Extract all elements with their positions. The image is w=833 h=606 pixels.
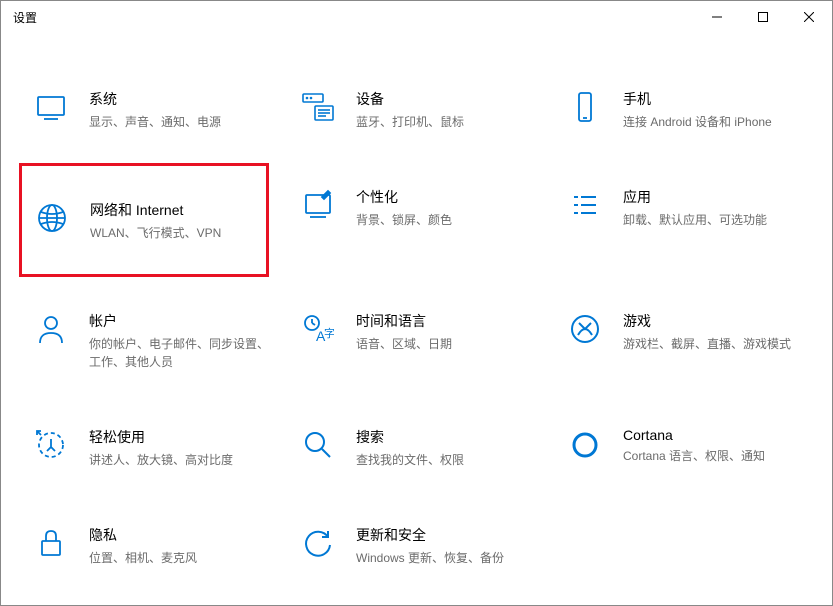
window-title: 设置 [13, 9, 37, 26]
tile-desc: WLAN、飞行模式、VPN [90, 224, 221, 242]
tile-desc: Windows 更新、恢复、备份 [356, 549, 504, 567]
tile-desc: 你的帐户、电子邮件、同步设置、工作、其他人员 [89, 335, 276, 371]
tile-apps[interactable]: 应用 卸载、默认应用、可选功能 [553, 171, 820, 269]
tile-ease-of-access[interactable]: 轻松使用 讲述人、放大镜、高对比度 [19, 411, 286, 483]
settings-grid: 系统 显示、声音、通知、电源 设备 蓝牙、打印机、鼠标 [1, 73, 832, 581]
tile-accounts[interactable]: 帐户 你的帐户、电子邮件、同步设置、工作、其他人员 [19, 295, 286, 385]
minimize-button[interactable] [694, 1, 740, 33]
update-icon [298, 523, 338, 563]
tile-desc: 背景、锁屏、颜色 [356, 211, 452, 229]
phone-icon [565, 87, 605, 127]
tile-text: 手机 连接 Android 设备和 iPhone [623, 87, 772, 131]
tile-text: 系统 显示、声音、通知、电源 [89, 87, 221, 131]
tile-text: 搜索 查找我的文件、权限 [356, 425, 464, 469]
tile-desc: 卸载、默认应用、可选功能 [623, 211, 767, 229]
tile-title: 应用 [623, 187, 767, 207]
svg-text:字: 字 [324, 326, 334, 340]
tile-personalization[interactable]: 个性化 背景、锁屏、颜色 [286, 171, 553, 269]
devices-icon [298, 87, 338, 127]
tile-privacy[interactable]: 隐私 位置、相机、麦克风 [19, 509, 286, 581]
tile-desc: 蓝牙、打印机、鼠标 [356, 113, 464, 131]
tile-title: 设备 [356, 89, 464, 109]
tile-desc: 显示、声音、通知、电源 [89, 113, 221, 131]
tile-desc: 连接 Android 设备和 iPhone [623, 113, 772, 131]
maximize-button[interactable] [740, 1, 786, 33]
tile-desc: 位置、相机、麦克风 [89, 549, 197, 567]
tile-desc: 游戏栏、截屏、直播、游戏模式 [623, 335, 791, 353]
tile-title: 更新和安全 [356, 525, 504, 545]
tile-update-security[interactable]: 更新和安全 Windows 更新、恢复、备份 [286, 509, 553, 581]
tile-title: 系统 [89, 89, 221, 109]
tile-text: 隐私 位置、相机、麦克风 [89, 523, 197, 567]
tile-text: 更新和安全 Windows 更新、恢复、备份 [356, 523, 504, 567]
search-icon [298, 425, 338, 465]
tile-desc: Cortana 语言、权限、通知 [623, 447, 765, 465]
tile-title: 时间和语言 [356, 311, 452, 331]
tile-desc: 查找我的文件、权限 [356, 451, 464, 469]
tile-title: 搜索 [356, 427, 464, 447]
tile-title: 隐私 [89, 525, 197, 545]
tile-time-language[interactable]: A 字 时间和语言 语音、区域、日期 [286, 295, 553, 385]
tile-text: 应用 卸载、默认应用、可选功能 [623, 185, 767, 229]
gaming-icon [565, 309, 605, 349]
tile-text: 游戏 游戏栏、截屏、直播、游戏模式 [623, 309, 791, 353]
time-language-icon: A 字 [298, 309, 338, 349]
tile-cortana[interactable]: Cortana Cortana 语言、权限、通知 [553, 411, 820, 483]
window-controls [694, 1, 832, 33]
tile-text: 轻松使用 讲述人、放大镜、高对比度 [89, 425, 233, 469]
tile-title: Cortana [623, 427, 765, 443]
tile-text: 时间和语言 语音、区域、日期 [356, 309, 452, 353]
tile-desc: 讲述人、放大镜、高对比度 [89, 451, 233, 469]
tile-title: 帐户 [89, 311, 276, 331]
tile-desc: 语音、区域、日期 [356, 335, 452, 353]
personalization-icon [298, 185, 338, 225]
network-icon [32, 198, 72, 238]
close-button[interactable] [786, 1, 832, 33]
tile-title: 手机 [623, 89, 772, 109]
cortana-icon [565, 425, 605, 465]
tile-title: 轻松使用 [89, 427, 233, 447]
tile-network[interactable]: 网络和 Internet WLAN、飞行模式、VPN [19, 163, 269, 277]
apps-icon [565, 185, 605, 225]
accounts-icon [31, 309, 71, 349]
ease-of-access-icon [31, 425, 71, 465]
tile-title: 个性化 [356, 187, 452, 207]
tile-system[interactable]: 系统 显示、声音、通知、电源 [19, 73, 286, 145]
tile-text: Cortana Cortana 语言、权限、通知 [623, 425, 765, 465]
tile-text: 个性化 背景、锁屏、颜色 [356, 185, 452, 229]
tile-title: 游戏 [623, 311, 791, 331]
tile-title: 网络和 Internet [90, 200, 221, 220]
settings-content: 系统 显示、声音、通知、电源 设备 蓝牙、打印机、鼠标 [1, 33, 832, 581]
tile-text: 网络和 Internet WLAN、飞行模式、VPN [90, 198, 221, 242]
privacy-icon [31, 523, 71, 563]
tile-devices[interactable]: 设备 蓝牙、打印机、鼠标 [286, 73, 553, 145]
tile-text: 设备 蓝牙、打印机、鼠标 [356, 87, 464, 131]
tile-phone[interactable]: 手机 连接 Android 设备和 iPhone [553, 73, 820, 145]
tile-text: 帐户 你的帐户、电子邮件、同步设置、工作、其他人员 [89, 309, 276, 371]
tile-search[interactable]: 搜索 查找我的文件、权限 [286, 411, 553, 483]
system-icon [31, 87, 71, 127]
tile-gaming[interactable]: 游戏 游戏栏、截屏、直播、游戏模式 [553, 295, 820, 385]
